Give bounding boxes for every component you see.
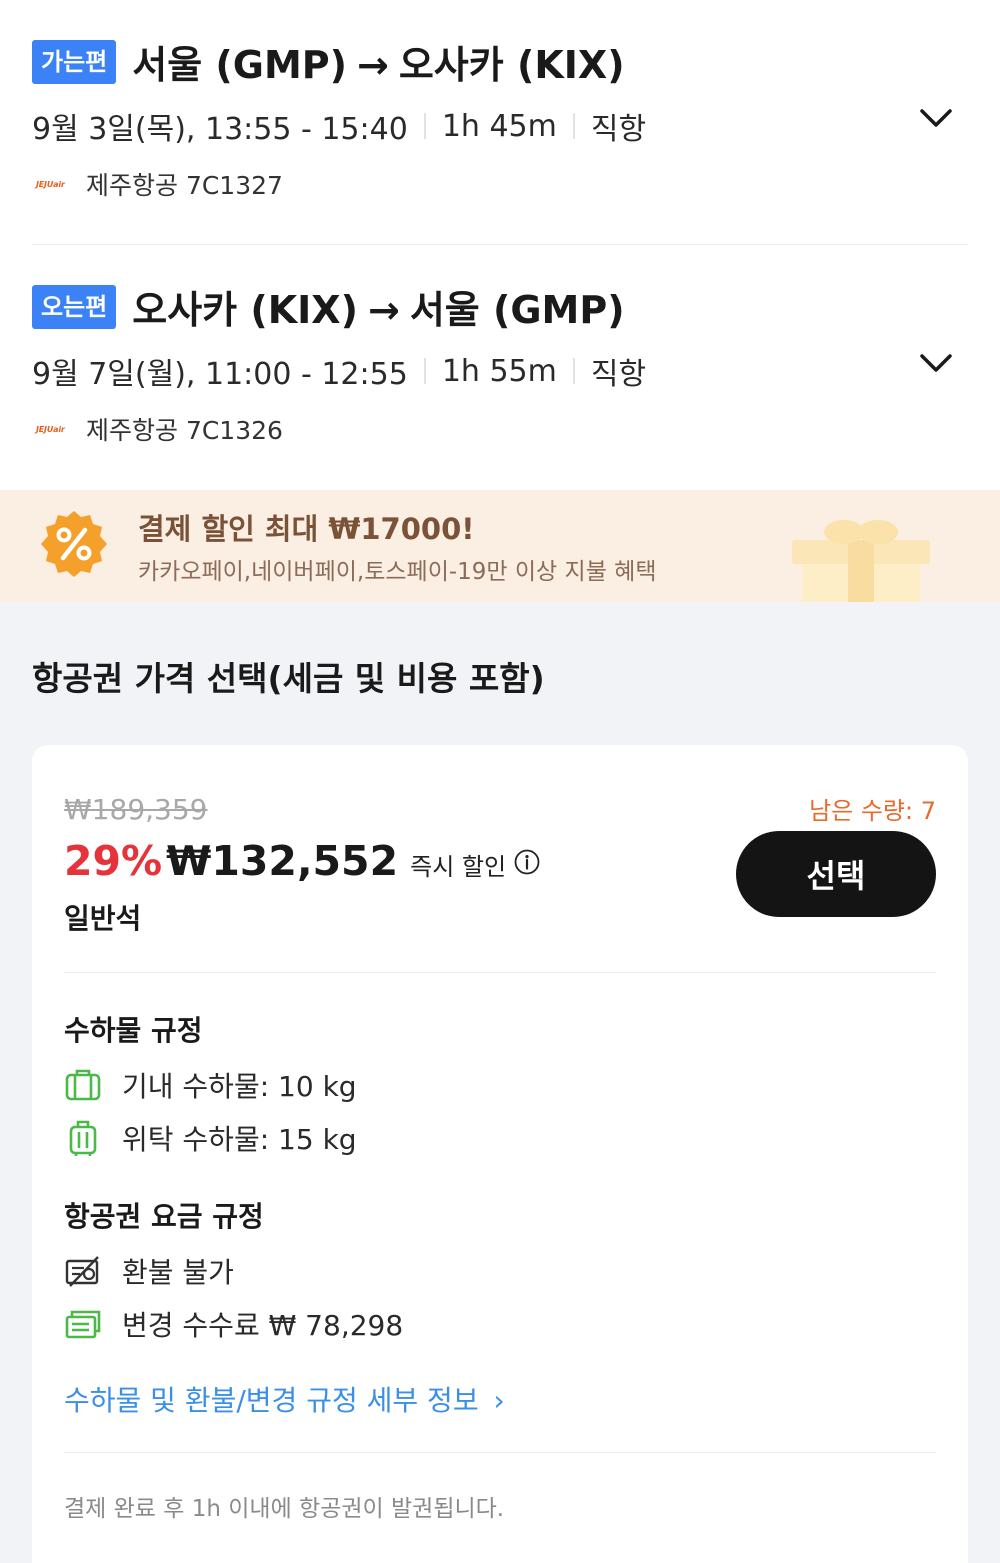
chevron-down-icon[interactable] xyxy=(918,100,954,136)
checked-suitcase-icon xyxy=(69,1120,97,1156)
outbound-route: 서울 (GMP) → 오사카 (KIX) xyxy=(132,34,624,89)
leg-divider xyxy=(32,244,968,245)
inbound-airline: JEJUair 제주항공 7C1326 xyxy=(36,411,283,447)
inbound-badge: 오는편 xyxy=(32,284,117,329)
percent-badge-icon xyxy=(41,511,107,577)
details-link-label: 수하물 및 환불/변경 규정 세부 정보 xyxy=(64,1384,479,1417)
no-refund-icon xyxy=(65,1256,99,1287)
meta-separator xyxy=(572,358,575,384)
checked-baggage-row: 위탁 수하물: 15 kg xyxy=(64,1118,357,1158)
inbound-airline-name: 제주항공 7C1326 xyxy=(86,416,283,445)
inbound-origin: 오사카 (KIX) xyxy=(132,288,358,332)
change-fee-ticket-icon xyxy=(65,1310,101,1339)
outbound-header: 가는편 서울 (GMP) → 오사카 (KIX) xyxy=(32,34,625,89)
carry-on-row: 기내 수하물: 10 kg xyxy=(64,1065,357,1105)
remaining-seats: 남은 수량: 7 xyxy=(809,797,936,825)
refund-row: 환불 불가 xyxy=(64,1251,234,1291)
seat-class: 일반석 xyxy=(64,902,142,935)
change-fee-text: 변경 수수료 ₩ 78,298 xyxy=(122,1309,404,1342)
outbound-duration: 1h 45m xyxy=(441,108,557,144)
ticketing-note: 결제 완료 후 1h 이내에 항공권이 발권됩니다. xyxy=(64,1496,505,1522)
card-divider xyxy=(64,1452,936,1453)
select-button[interactable]: 선택 xyxy=(736,831,936,917)
fare-rules-title: 항공권 요금 규정 xyxy=(64,1200,264,1233)
info-icon[interactable] xyxy=(514,849,540,875)
outbound-airline: JEJUair 제주항공 7C1327 xyxy=(36,166,283,202)
baggage-refund-details-link[interactable]: 수하물 및 환불/변경 규정 세부 정보 › xyxy=(64,1379,505,1419)
promo-title: 결제 할인 최대 ₩17000! xyxy=(138,512,475,546)
outbound-badge: 가는편 xyxy=(32,39,117,84)
original-price: ₩189,359 xyxy=(64,793,208,826)
outbound-airline-name: 제주항공 7C1327 xyxy=(86,171,283,200)
inbound-flight-type: 직항 xyxy=(590,357,647,392)
outbound-origin: 서울 (GMP) xyxy=(132,43,347,87)
inbound-route: 오사카 (KIX) → 서울 (GMP) xyxy=(132,279,624,334)
gift-icon xyxy=(792,520,930,602)
meta-separator xyxy=(423,113,426,139)
outbound-destination: 오사카 (KIX) xyxy=(398,43,625,87)
inbound-date-time: 9월 7일(월), 11:00 - 12:55 xyxy=(32,357,408,392)
outbound-flight-type: 직항 xyxy=(590,112,647,147)
discount-rate: 29% xyxy=(64,837,163,885)
inbound-destination: 서울 (GMP) xyxy=(409,288,625,332)
outbound-date-time: 9월 3일(목), 13:55 - 15:40 xyxy=(32,112,408,147)
inbound-header: 오는편 오사카 (KIX) → 서울 (GMP) xyxy=(32,279,625,334)
payment-discount-banner[interactable]: 결제 할인 최대 ₩17000! 카카오페이,네이버페이,토스페이-19만 이상… xyxy=(0,490,1000,602)
promo-subtitle: 카카오페이,네이버페이,토스페이-19만 이상 지불 혜택 xyxy=(138,559,657,585)
chevron-right-icon: › xyxy=(493,1384,505,1417)
inbound-duration: 1h 55m xyxy=(441,353,557,389)
change-fee-row: 변경 수수료 ₩ 78,298 xyxy=(64,1304,403,1344)
price-row: 29% ₩132,552 즉시 할인 xyxy=(64,837,540,885)
route-arrow-icon: → xyxy=(367,288,400,332)
outbound-meta: 9월 3일(목), 13:55 - 15:40 1h 45m 직항 xyxy=(32,104,646,148)
instant-discount-label: 즉시 할인 xyxy=(410,853,507,881)
checked-baggage-text: 위탁 수하물: 15 kg xyxy=(122,1123,357,1156)
card-divider xyxy=(64,972,936,973)
fare-card: ₩189,359 남은 수량: 7 29% ₩132,552 즉시 할인 일반석… xyxy=(32,745,968,1563)
baggage-rules-title: 수하물 규정 xyxy=(64,1014,203,1047)
refund-text: 환불 불가 xyxy=(122,1256,234,1289)
price-section-title: 항공권 가격 선택(세금 및 비용 포함) xyxy=(32,659,545,698)
jejuair-logo: JEJUair xyxy=(36,179,65,189)
inbound-meta: 9월 7일(월), 11:00 - 12:55 1h 55m 직항 xyxy=(32,349,646,393)
meta-separator xyxy=(423,358,426,384)
jejuair-logo: JEJUair xyxy=(36,424,65,434)
route-arrow-icon: → xyxy=(357,43,389,87)
chevron-down-icon[interactable] xyxy=(918,345,954,381)
carry-on-luggage-icon xyxy=(65,1069,101,1101)
carry-on-text: 기내 수하물: 10 kg xyxy=(122,1070,357,1103)
meta-separator xyxy=(572,113,575,139)
discounted-price: ₩132,552 xyxy=(166,837,399,885)
price-section: 항공권 가격 선택(세금 및 비용 포함) ₩189,359 남은 수량: 7 … xyxy=(0,602,1000,1563)
